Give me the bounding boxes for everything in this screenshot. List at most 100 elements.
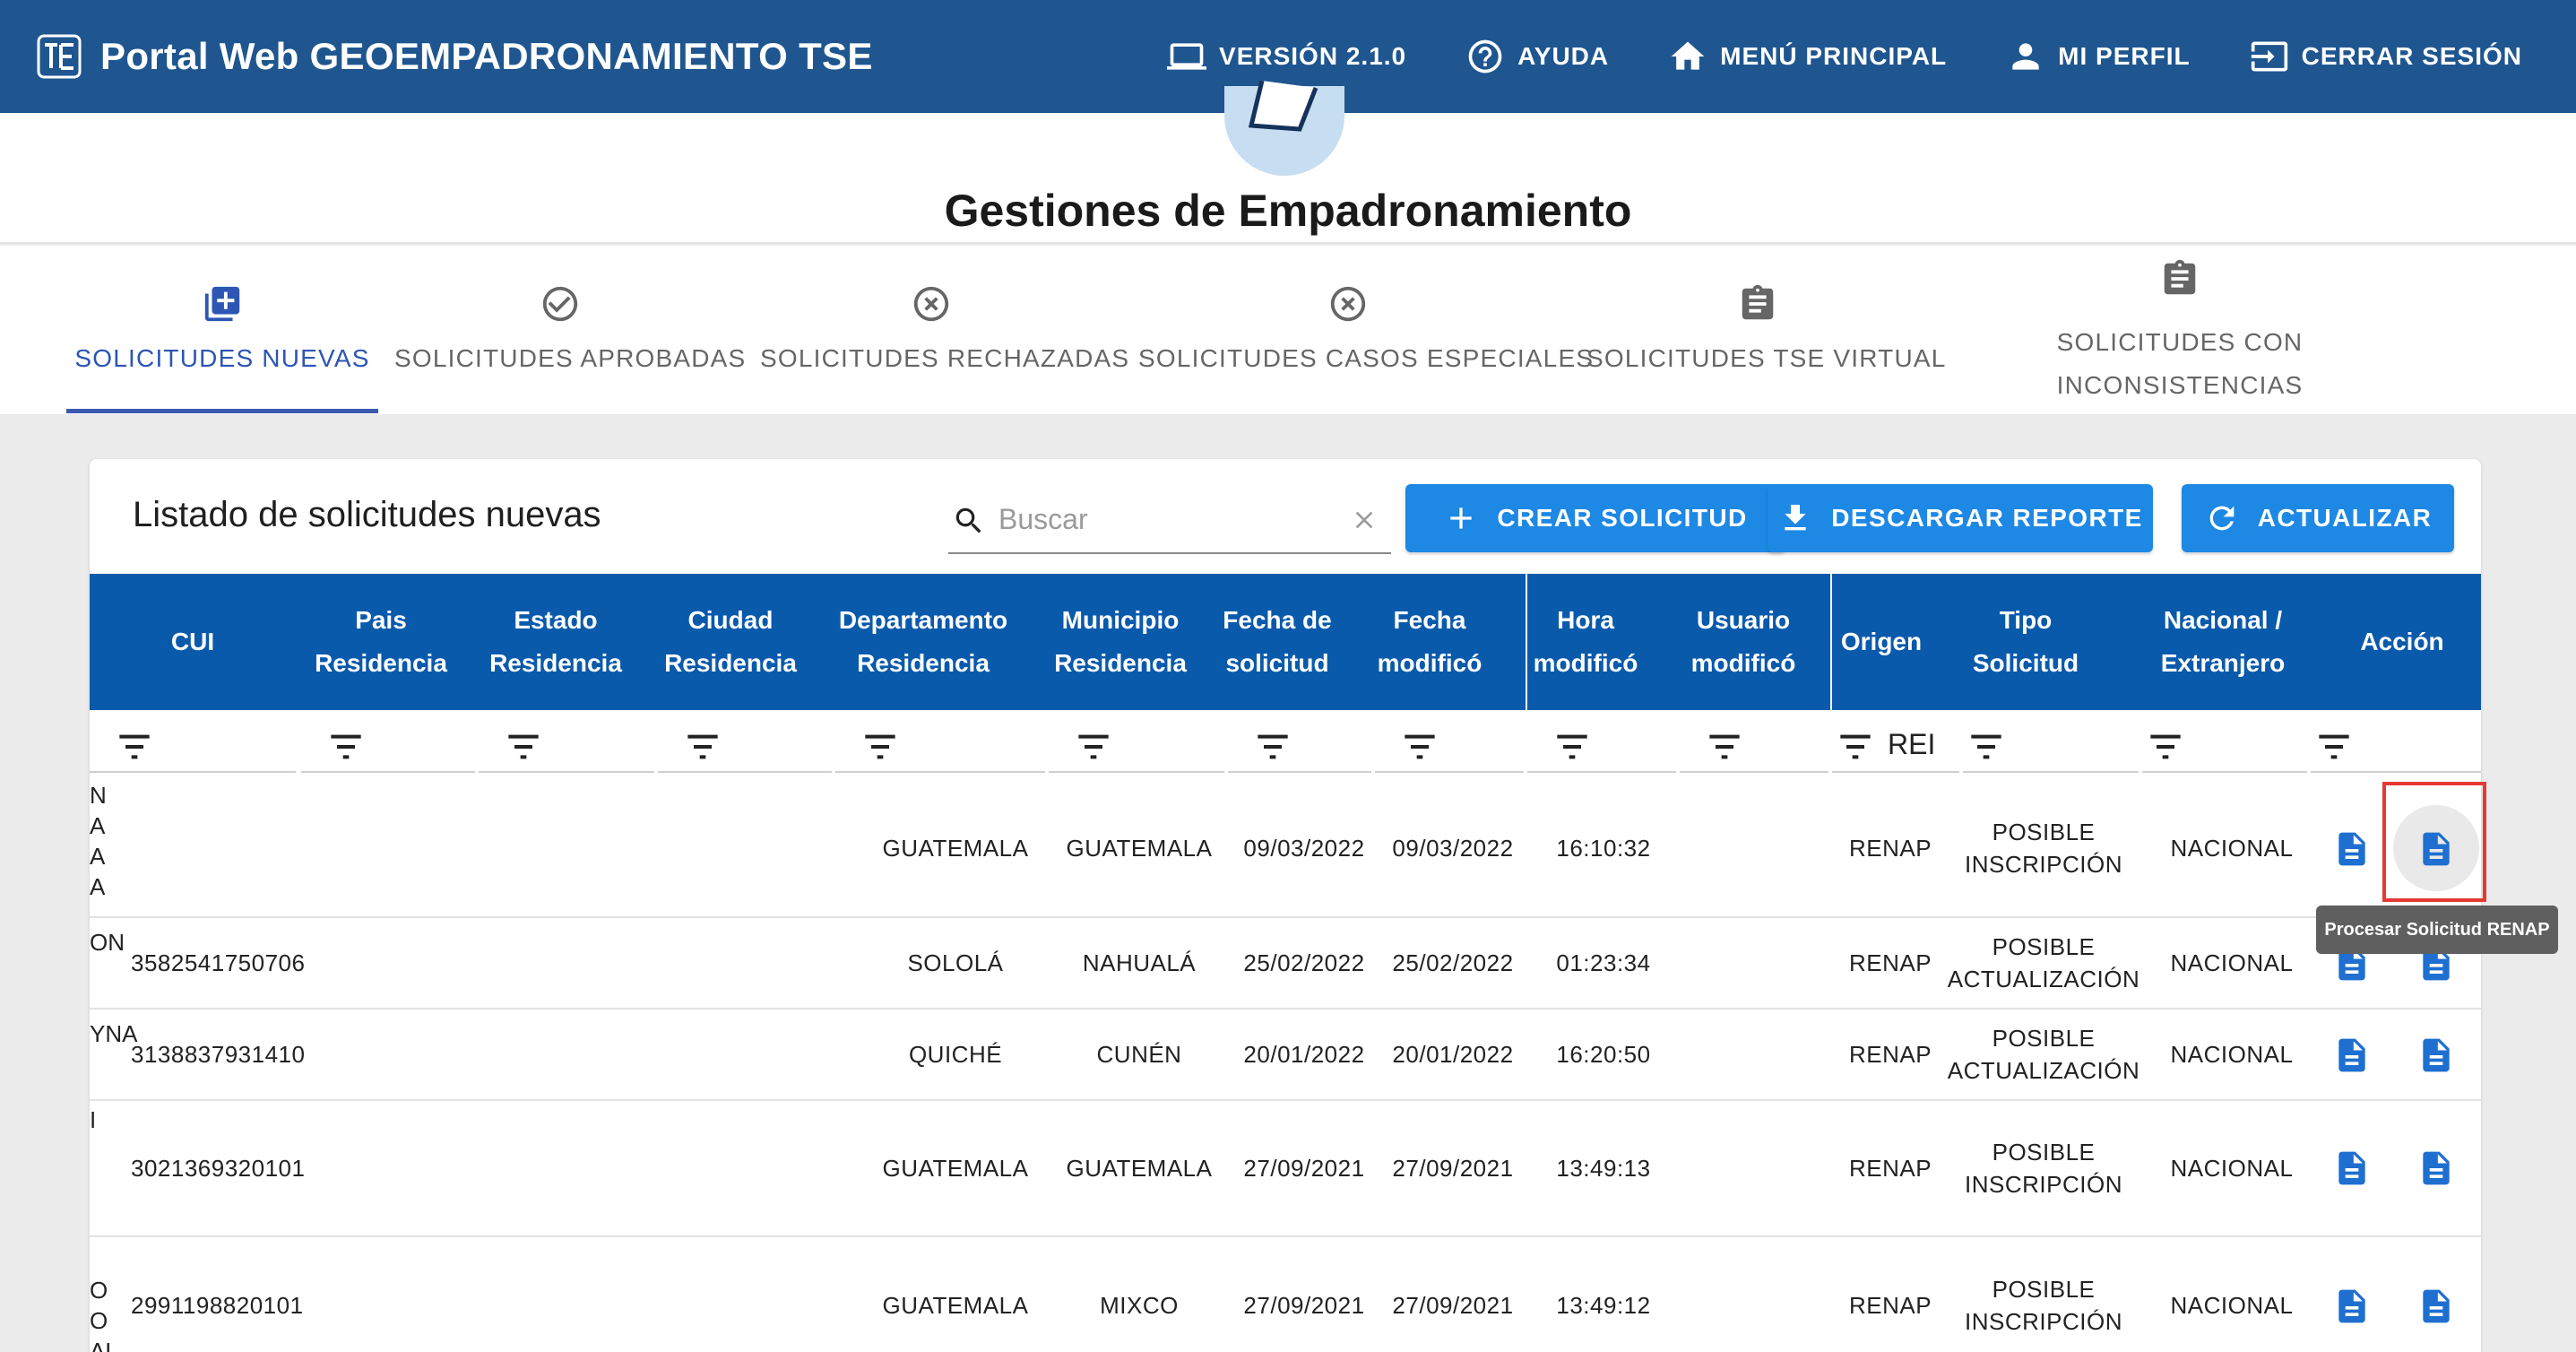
column-header-origen[interactable]: Origen: [1832, 574, 1931, 710]
tooltip: Procesar Solicitud RENAP: [2316, 906, 2558, 954]
filter-fecha-solicitud[interactable]: [1228, 717, 1371, 773]
clipboard-icon: [2164, 259, 2196, 295]
filter-origen-value: REI: [1888, 728, 1936, 760]
page-title: Gestiones de Empadronamiento: [944, 186, 1632, 236]
column-header-fecha-solicitud[interactable]: Fecha de solicitud: [1219, 574, 1336, 710]
column-header-tipo[interactable]: Tipo Solicitud: [1954, 574, 2097, 710]
cell-fecha-solicitud: 25/02/2022: [1243, 949, 1365, 976]
filter-accion[interactable]: [2311, 717, 2481, 773]
document-icon[interactable]: [2332, 1033, 2372, 1078]
tab-solicitudes-con-inconsistencias[interactable]: SOLICITUDES CON INCONSISTENCIAS: [2027, 246, 2332, 414]
filter-usuario[interactable]: [1680, 717, 1828, 773]
document-icon[interactable]: [2332, 1284, 2372, 1329]
document-icon[interactable]: [2332, 1146, 2372, 1191]
process-renap-icon[interactable]: [2416, 1284, 2456, 1329]
filter-row: REI: [90, 710, 2481, 780]
page-header: Gestiones de Empadronamiento: [0, 81, 2576, 244]
process-renap-icon[interactable]: [2416, 1146, 2456, 1191]
column-header-pais[interactable]: Pais Residencia: [305, 574, 457, 710]
table-row[interactable]: YNA 3138837931410 QUICHÉ CUNÉN 20/01/202…: [90, 1010, 2481, 1101]
cell-nacional: NACIONAL: [2170, 1155, 2294, 1182]
tab-solicitudes-casos-especiales[interactable]: SOLICITUDES CASOS ESPECIALES: [1138, 246, 1593, 414]
cancel-circle-icon: [1330, 286, 1366, 322]
filter-cui[interactable]: [90, 717, 296, 773]
filter-departamento[interactable]: [835, 717, 1045, 773]
filter-nacional[interactable]: [2142, 717, 2307, 773]
refresh-icon: [2209, 506, 2235, 531]
cell-fecha-modifico: 27/09/2021: [1392, 1155, 1514, 1182]
download-report-button[interactable]: DESCARGAR REPORTE: [1768, 484, 2153, 552]
table-row[interactable]: N A A A GUATEMALA GUATEMALA 09/03/2022 0…: [90, 780, 2481, 918]
nav-main-menu[interactable]: MENÚ PRINCIPAL: [1668, 37, 1947, 76]
cell-departamento: GUATEMALA: [882, 1292, 1029, 1319]
filter-icon: [1709, 734, 1740, 759]
truncated-name-cell: N A A A: [90, 782, 107, 900]
cell-departamento: GUATEMALA: [882, 835, 1029, 862]
cell-tipo: POSIBLE ACTUALIZACIÓN: [1947, 933, 2140, 992]
cell-hora: 16:20:50: [1556, 1041, 1651, 1068]
tab-label: SOLICITUDES RECHAZADAS: [760, 344, 1130, 372]
column-header-fecha-modifico[interactable]: Fecha modificó: [1362, 574, 1497, 710]
column-header-municipio[interactable]: Municipio Residencia: [1040, 574, 1201, 710]
app-title: Portal Web GEOEMPADRONAMIENTO TSE: [100, 35, 873, 77]
requests-card: Listado de solicitudes nuevas CREAR SOLI…: [90, 459, 2481, 1352]
tabs-bar: SOLICITUDES NUEVAS SOLICITUDES APROBADAS…: [0, 246, 2576, 414]
close-icon[interactable]: [1350, 506, 1379, 534]
download-report-label: DESCARGAR REPORTE: [1831, 504, 2143, 532]
nav-version[interactable]: VERSIÓN 2.1.0: [1167, 37, 1406, 76]
filter-pais[interactable]: [301, 717, 475, 773]
cell-fecha-solicitud: 09/03/2022: [1243, 835, 1365, 862]
column-header-usuario[interactable]: Usuario modificó: [1676, 574, 1811, 710]
filter-tipo[interactable]: [1963, 717, 2139, 773]
filter-estado[interactable]: [479, 717, 654, 773]
nav-profile[interactable]: MI PERFIL: [2006, 37, 2190, 76]
filter-municipio[interactable]: [1049, 717, 1224, 773]
table-row[interactable]: ON 3582541750706 SOLOLÁ NAHUALÁ 25/02/20…: [90, 918, 2481, 1010]
header-illustration: [1224, 81, 1344, 176]
nav-help[interactable]: AYUDA: [1465, 37, 1609, 76]
tab-solicitudes-nuevas[interactable]: SOLICITUDES NUEVAS: [66, 246, 378, 414]
create-request-label: CREAR SOLICITUD: [1497, 504, 1748, 532]
table-row[interactable]: O O AL 2991198820101 GUATEMALA MIXCO 27/…: [90, 1237, 2481, 1352]
cell-hora: 16:10:32: [1556, 835, 1651, 862]
truncated-name-cell: I: [90, 1106, 97, 1133]
filter-icon: [1840, 734, 1871, 759]
tab-solicitudes-tse-virtual[interactable]: SOLICITUDES TSE VIRTUAL: [1586, 246, 1945, 414]
filter-fecha-modifico[interactable]: [1375, 717, 1524, 773]
column-header-estado[interactable]: Estado Residencia: [475, 574, 636, 710]
person-icon: [2012, 43, 2039, 70]
table-row[interactable]: I 3021369320101 GUATEMALA GUATEMALA 27/0…: [90, 1101, 2481, 1237]
filter-hora[interactable]: [1527, 717, 1676, 773]
cell-fecha-modifico: 09/03/2022: [1392, 835, 1514, 862]
tab-solicitudes-aprobadas[interactable]: SOLICITUDES APROBADAS: [394, 246, 747, 414]
filter-origen[interactable]: REI: [1832, 717, 1959, 773]
truncated-name-cell: ON: [90, 929, 125, 956]
column-header-nacional[interactable]: Nacional / Extranjero: [2124, 574, 2321, 710]
brand: Portal Web GEOEMPADRONAMIENTO TSE: [36, 33, 873, 80]
column-header-accion[interactable]: Acción: [2330, 574, 2474, 710]
home-icon: [1671, 41, 1705, 70]
nav-logout[interactable]: CERRAR SESIÓN: [2250, 37, 2522, 76]
tab-solicitudes-rechazadas[interactable]: SOLICITUDES RECHAZADAS: [760, 246, 1130, 414]
cell-origen: RENAP: [1848, 1041, 1932, 1068]
nav-version-label: VERSIÓN 2.1.0: [1219, 42, 1407, 70]
filter-ciudad[interactable]: [658, 717, 832, 773]
column-header-cui[interactable]: CUI: [90, 574, 296, 710]
column-header-ciudad[interactable]: Ciudad Residencia: [654, 574, 807, 710]
document-icon[interactable]: [2332, 827, 2372, 871]
tab-label: SOLICITUDES CON INCONSISTENCIAS: [2056, 328, 2304, 399]
filter-icon: [865, 734, 895, 759]
cell-municipio: GUATEMALA: [1066, 1155, 1213, 1182]
cell-tipo: POSIBLE INSCRIPCIÓN: [1965, 1139, 2122, 1198]
column-header-hora[interactable]: Hora modificó: [1527, 574, 1644, 710]
cell-fecha-modifico: 20/01/2022: [1392, 1041, 1514, 1068]
create-request-button[interactable]: CREAR SOLICITUD: [1405, 484, 1785, 552]
cell-nacional: NACIONAL: [2170, 1041, 2294, 1068]
cell-municipio: NAHUALÁ: [1082, 949, 1197, 976]
search-input[interactable]: [998, 497, 1339, 542]
process-renap-icon[interactable]: [2416, 1033, 2456, 1078]
document-icon: [1248, 81, 1318, 132]
tab-label: SOLICITUDES APROBADAS: [394, 344, 747, 372]
refresh-button[interactable]: ACTUALIZAR: [2182, 484, 2454, 552]
column-header-departamento[interactable]: Departamento Residencia: [825, 574, 1022, 710]
